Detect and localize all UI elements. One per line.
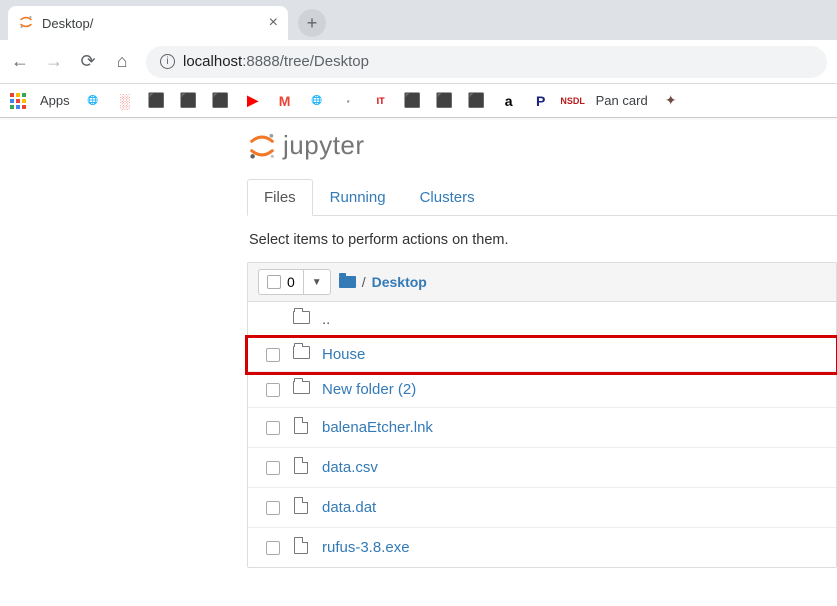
item-name[interactable]: data.dat <box>322 499 376 516</box>
folder-outline-icon <box>292 346 310 363</box>
row-folder: New folder (2) <box>248 372 836 408</box>
site-info-icon[interactable]: i <box>160 54 175 69</box>
item-name[interactable]: data.csv <box>322 459 378 476</box>
reload-button[interactable]: ⟳ <box>78 51 98 72</box>
item-name[interactable]: .. <box>322 311 330 328</box>
address-bar: ← → ⟳ ⌂ i localhost:8888/tree/Desktop <box>0 40 837 84</box>
bookmark-youtube-icon[interactable]: ▶ <box>244 92 262 110</box>
bookmark-translate-icon[interactable]: ⬛ <box>148 92 166 110</box>
tab-running[interactable]: Running <box>313 179 403 216</box>
row-checkbox[interactable] <box>266 541 280 555</box>
new-tab-button[interactable]: + <box>298 9 326 37</box>
item-name[interactable]: rufus-3.8.exe <box>322 539 410 556</box>
row-parent-dir: .. <box>248 302 836 338</box>
file-list-header: 0 ▼ / Desktop <box>248 263 836 302</box>
tab-title: Desktop/ <box>42 16 93 31</box>
file-icon <box>292 537 310 558</box>
bookmark-red-icon[interactable]: ⬛ <box>468 92 486 110</box>
breadcrumb-separator: / <box>362 274 366 290</box>
checkbox-icon <box>267 275 281 289</box>
bookmark-wifi-icon[interactable]: ░ <box>116 92 134 110</box>
select-all-checkbox[interactable]: 0 <box>259 270 304 294</box>
bookmark-p-icon[interactable]: P <box>532 92 550 110</box>
browser-tab-bar: Desktop/ × + <box>0 0 837 40</box>
row-file: data.csv <box>248 448 836 488</box>
close-tab-icon[interactable]: × <box>269 14 278 32</box>
row-file: rufus-3.8.exe <box>248 528 836 567</box>
action-hint: Select items to perform actions on them. <box>249 232 837 248</box>
bookmark-nsdl-icon[interactable]: NSDL <box>564 92 582 110</box>
bookmark-it-icon[interactable]: IT <box>372 92 390 110</box>
file-rows: .. House New folder (2) balenaEtcher.lnk dat… <box>248 302 836 567</box>
bookmark-icons-group: 🌐 ░ ⬛ ⬛ ⬛ ▶ M 🌐 · IT ⬛ ⬛ ⬛ aP NSDL <box>84 92 582 110</box>
bookmarks-bar: Apps 🌐 ░ ⬛ ⬛ ⬛ ▶ M 🌐 · IT ⬛ ⬛ ⬛ aP NSDL Pan card ✦ <box>0 84 837 118</box>
row-checkbox[interactable] <box>266 461 280 475</box>
tab-clusters[interactable]: Clusters <box>403 179 492 216</box>
select-count: 0 <box>287 274 295 290</box>
item-name[interactable]: House <box>322 346 365 363</box>
file-icon <box>292 457 310 478</box>
apps-label[interactable]: Apps <box>40 93 70 108</box>
folder-root-icon[interactable] <box>339 276 356 288</box>
jupyter-logo-text: jupyter <box>283 130 365 161</box>
back-button[interactable]: ← <box>10 51 30 72</box>
row-checkbox[interactable] <box>266 348 280 362</box>
url-text: localhost:8888/tree/Desktop <box>183 53 369 70</box>
bookmark-pan-card[interactable]: Pan card <box>596 93 648 108</box>
jupyter-logo[interactable]: jupyter <box>247 130 837 161</box>
jupyter-favicon-icon <box>18 14 34 33</box>
browser-tab[interactable]: Desktop/ × <box>8 6 288 40</box>
forward-button: → <box>44 51 64 72</box>
page-content: jupyter Files Running Clusters Select it… <box>0 118 837 568</box>
jupyter-tabs: Files Running Clusters <box>247 179 837 216</box>
item-name[interactable]: balenaEtcher.lnk <box>322 419 433 436</box>
bookmark-green-icon[interactable]: ⬛ <box>436 92 454 110</box>
row-checkbox[interactable] <box>266 383 280 397</box>
apps-grid-icon[interactable] <box>10 93 26 109</box>
bookmark-globe2-icon[interactable]: 🌐 <box>308 92 326 110</box>
tab-files[interactable]: Files <box>247 179 313 216</box>
file-icon <box>292 417 310 438</box>
select-dropdown[interactable]: ▼ <box>304 270 330 294</box>
bookmark-office-icon[interactable]: ⬛ <box>180 92 198 110</box>
bookmark-misc2-icon[interactable]: ⬛ <box>404 92 422 110</box>
file-list-panel: 0 ▼ / Desktop .. House New folder (2) balen… <box>247 262 837 568</box>
breadcrumb-current[interactable]: Desktop <box>372 274 427 290</box>
url-input[interactable]: i localhost:8888/tree/Desktop <box>146 46 827 78</box>
folder-outline-icon <box>292 381 310 398</box>
file-icon <box>292 497 310 518</box>
breadcrumb: / Desktop <box>339 274 427 290</box>
row-checkbox[interactable] <box>266 501 280 515</box>
bookmark-amazon-icon[interactable]: a <box>500 92 518 110</box>
jupyter-logo-icon <box>247 131 277 161</box>
bookmark-gmail-icon[interactable]: M <box>276 92 294 110</box>
row-file: data.dat <box>248 488 836 528</box>
select-all-group: 0 ▼ <box>258 269 331 295</box>
bookmark-globe-icon[interactable]: 🌐 <box>84 92 102 110</box>
row-file: balenaEtcher.lnk <box>248 408 836 448</box>
item-name[interactable]: New folder (2) <box>322 381 416 398</box>
home-button[interactable]: ⌂ <box>112 51 132 72</box>
folder-outline-icon <box>292 311 310 328</box>
bookmark-misc1-icon[interactable]: · <box>340 92 358 110</box>
bookmark-extra-icon[interactable]: ✦ <box>662 92 680 110</box>
row-checkbox[interactable] <box>266 421 280 435</box>
bookmark-outlook-icon[interactable]: ⬛ <box>212 92 230 110</box>
row-folder: House <box>248 338 836 372</box>
